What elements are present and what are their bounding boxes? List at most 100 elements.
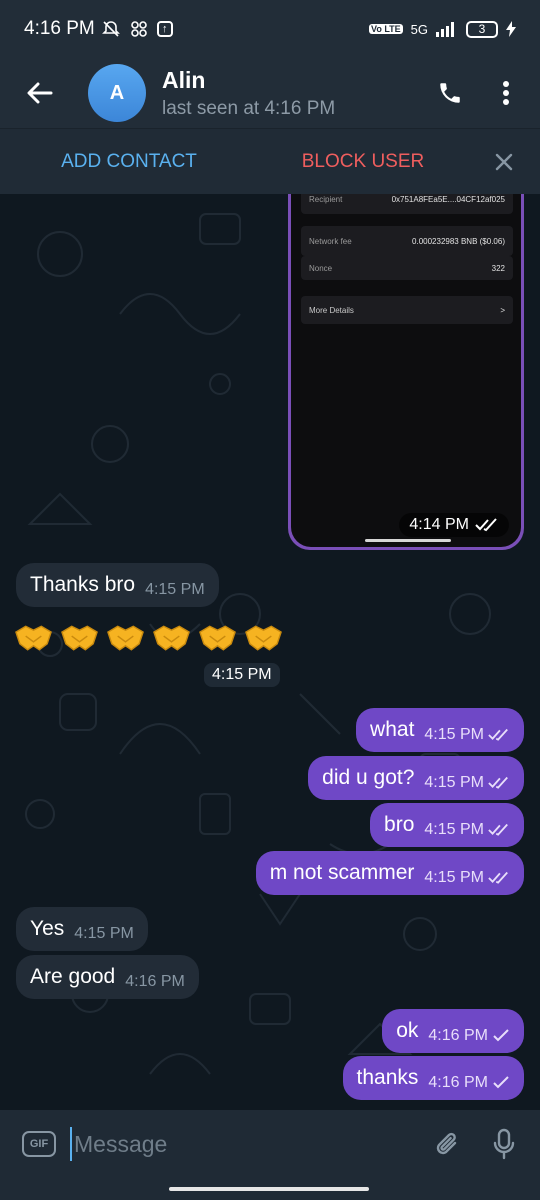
message-text: Are good [30, 965, 116, 988]
photo-row-fee: Network fee 0.000232983 BNB ($0.06) [301, 226, 513, 256]
photo-row-label: Recipient [309, 194, 343, 204]
add-contact-button[interactable]: ADD CONTACT [0, 151, 258, 173]
message-outgoing[interactable]: bro 4:15 PM [370, 803, 524, 847]
back-button[interactable] [0, 58, 80, 128]
message-time: 4:14 PM [399, 513, 509, 537]
image-message[interactable]: Recipient 0x751A8FEa5E....04CF12af025 Ne… [288, 194, 524, 550]
photo-row-label: Nonce [309, 263, 333, 273]
network-label: 5G [410, 21, 428, 37]
photo-row-more-details: More Details > [301, 296, 513, 324]
paperclip-icon [436, 1132, 457, 1155]
microphone-icon [493, 1128, 515, 1160]
message-outgoing[interactable]: m not scammer 4:15 PM [255, 851, 524, 895]
double-check-icon [488, 823, 508, 836]
double-check-icon [488, 776, 508, 789]
message-outgoing[interactable]: thanks 4:16 PM [342, 1056, 524, 1100]
status-time: 4:16 PM [24, 18, 95, 39]
attach-button[interactable] [420, 1116, 476, 1172]
close-action-bar-button[interactable] [468, 153, 540, 171]
message-time: 4:16 PM [125, 973, 185, 990]
more-vertical-icon [503, 81, 509, 105]
message-text: what [370, 718, 415, 741]
message-text: m not scammer [269, 861, 415, 884]
contact-info[interactable]: Alin last seen at 4:16 PM [162, 67, 422, 120]
double-check-icon [475, 518, 497, 532]
handshake-emoji-icon [61, 625, 98, 651]
pinwheel-icon [130, 21, 147, 37]
phone-icon [440, 83, 460, 103]
message-text: ok [396, 1019, 419, 1042]
charging-icon [506, 21, 516, 37]
more-options-button[interactable] [478, 65, 534, 121]
photo-home-indicator [365, 539, 451, 542]
photo-row-value: 0.000232983 BNB ($0.06) [412, 236, 505, 246]
message-time: 4:16 PM [428, 1074, 488, 1091]
message-time: 4:15 PM [424, 726, 484, 743]
message-time: 4:15 PM [145, 581, 205, 598]
message-meta: 4:16 PM [428, 1027, 510, 1045]
handshake-emoji-icon [245, 625, 282, 651]
message-incoming[interactable]: Are good 4:16 PM [16, 955, 199, 999]
close-icon [495, 153, 513, 170]
gif-button[interactable]: GIF [22, 1131, 56, 1157]
message-time: 4:16 PM [428, 1027, 488, 1044]
battery-icon: 3 [466, 20, 498, 38]
single-check-icon [493, 1076, 509, 1089]
signal-icon [436, 22, 454, 37]
message-meta: 4:15 PM [424, 726, 510, 744]
message-time: 4:15 PM [424, 821, 484, 838]
message-outgoing[interactable]: ok 4:16 PM [382, 1009, 524, 1053]
message-outgoing[interactable]: did u got? 4:15 PM [308, 756, 524, 800]
message-meta: 4:16 PM [428, 1074, 510, 1092]
back-arrow-icon [27, 82, 53, 104]
single-check-icon [493, 1029, 509, 1042]
photo-row-recipient: Recipient 0x751A8FEa5E....04CF12af025 [301, 194, 513, 214]
upload-icon: ↑ [156, 21, 173, 37]
message-text: Yes [30, 917, 65, 940]
message-text: Thanks bro [30, 573, 136, 596]
handshake-emoji-icon [107, 625, 144, 651]
navigation-bar [0, 1178, 540, 1200]
photo-row-label: Network fee [309, 236, 352, 246]
chat-header: A Alin last seen at 4:16 PM [0, 58, 540, 128]
contact-action-bar: ADD CONTACT BLOCK USER [0, 128, 540, 194]
photo-row-value: 322 [491, 263, 505, 273]
message-meta: 4:15 PM [424, 774, 510, 792]
message-text: thanks [356, 1066, 419, 1089]
message-time: 4:15 PM [74, 925, 134, 942]
double-check-icon [488, 728, 508, 741]
message-time: 4:15 PM [204, 663, 280, 687]
chat-area[interactable]: Recipient 0x751A8FEa5E....04CF12af025 Ne… [0, 194, 540, 1110]
block-user-button[interactable]: BLOCK USER [258, 151, 468, 173]
avatar[interactable]: A [88, 64, 146, 122]
handshake-emoji-icon [199, 625, 236, 651]
emoji-message[interactable] [14, 622, 283, 652]
message-input-bar: GIF [0, 1110, 540, 1178]
message-incoming[interactable]: Thanks bro 4:15 PM [16, 563, 219, 607]
handshake-emoji-icon [153, 625, 190, 651]
photo-row-value: 0x751A8FEa5E....04CF12af025 [391, 194, 505, 204]
status-bar: 4:16 PM ↑ Vo LTE 5G 3 [0, 0, 540, 58]
double-check-icon [488, 871, 508, 884]
message-meta: 4:15 PM [424, 869, 510, 887]
message-outgoing[interactable]: what 4:15 PM [356, 708, 524, 752]
muted-alarm-icon [101, 21, 120, 37]
contact-name: Alin [162, 66, 206, 93]
message-input[interactable] [70, 1127, 420, 1161]
battery-level: 3 [478, 22, 486, 36]
chevron-right-icon: > [500, 305, 505, 315]
handshake-emoji-icon [15, 625, 52, 651]
home-indicator[interactable] [169, 1187, 369, 1191]
call-button[interactable] [422, 65, 478, 121]
image-content: Recipient 0x751A8FEa5E....04CF12af025 Ne… [291, 194, 521, 547]
message-incoming[interactable]: Yes 4:15 PM [16, 907, 148, 951]
avatar-letter: A [109, 81, 125, 104]
last-seen-status: last seen at 4:16 PM [162, 97, 336, 119]
photo-row-nonce: Nonce 322 [301, 256, 513, 280]
message-time: 4:15 PM [424, 869, 484, 886]
message-time: 4:15 PM [424, 774, 484, 791]
voice-message-button[interactable] [476, 1116, 532, 1172]
message-text: did u got? [322, 766, 415, 789]
photo-row-label: More Details [309, 305, 354, 315]
message-time-text: 4:14 PM [409, 516, 469, 533]
